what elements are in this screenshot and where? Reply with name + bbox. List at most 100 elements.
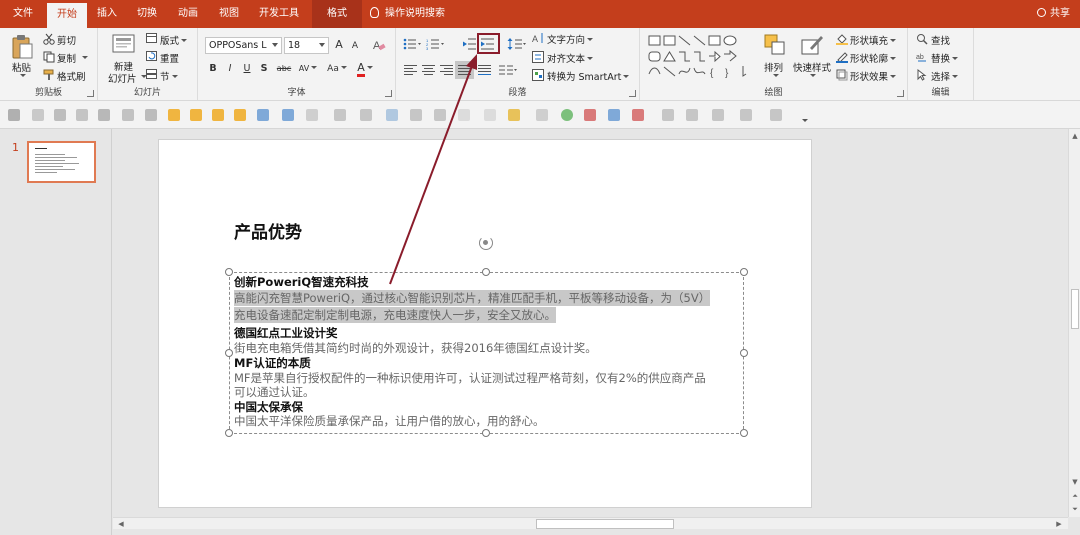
arrange-label[interactable]: 排列 (764, 60, 783, 74)
tab-home[interactable]: 开始 (47, 3, 87, 28)
vertical-scroll-thumb[interactable] (1071, 289, 1079, 329)
horizontal-scroll-thumb[interactable] (536, 519, 674, 529)
font-color-button[interactable]: A (354, 61, 376, 77)
align-text-button[interactable]: 对齐文本 (547, 51, 594, 65)
distributed-icon[interactable] (478, 65, 491, 76)
convert-smartart-button[interactable]: 转换为 SmartArt (547, 69, 630, 83)
paste-icon[interactable] (11, 34, 33, 60)
arrange-icon[interactable] (764, 34, 786, 56)
resize-handle-bottom-left[interactable] (225, 429, 233, 437)
qat-distribute-icon[interactable] (145, 109, 157, 121)
tab-developer[interactable]: 开发工具 (250, 0, 308, 28)
slide[interactable]: 产品优势 创新PoweriQ智速充科技 高能闪充智慧PoweriQ，通过核心智能… (158, 139, 812, 508)
qat-align-middle-icon[interactable] (98, 109, 110, 121)
qat-customize-icon[interactable] (800, 109, 812, 122)
qat-bring-forward-icon[interactable] (168, 109, 180, 121)
tab-file[interactable]: 文件 (4, 0, 42, 28)
resize-handle-bottom[interactable] (482, 429, 490, 437)
resize-handle-left[interactable] (225, 349, 233, 357)
layout-button[interactable]: 版式 (160, 33, 188, 47)
shapes-gallery[interactable]: { } (647, 34, 751, 80)
shape-effects-button[interactable]: 形状效果 (850, 69, 897, 83)
scroll-right-icon[interactable]: ▶ (1054, 519, 1064, 529)
decrease-indent-icon[interactable] (462, 38, 477, 50)
strikethrough-button[interactable]: abc (274, 62, 294, 76)
qat-merge-shapes-icon[interactable] (257, 109, 269, 121)
qat-group-icon[interactable] (212, 109, 224, 121)
justify-button[interactable] (455, 61, 474, 79)
qat-align-center-icon[interactable] (32, 109, 44, 121)
resize-handle-right[interactable] (740, 349, 748, 357)
qat-line-icon[interactable] (536, 109, 548, 121)
bullets-icon[interactable] (403, 38, 421, 50)
content-textbox[interactable]: 创新PoweriQ智速充科技 高能闪充智慧PoweriQ，通过核心智能识别芯片，… (229, 272, 744, 434)
bold-button[interactable]: B (206, 62, 220, 76)
qat-fragment-icon[interactable] (306, 109, 318, 121)
qat-window-icon[interactable] (770, 109, 782, 121)
change-case-button[interactable]: Aa (326, 62, 348, 76)
tab-view[interactable]: 视图 (209, 0, 249, 28)
scroll-down-icon[interactable]: ▼ (1070, 477, 1080, 487)
previous-slide-icon[interactable]: ⏶ (1070, 491, 1080, 501)
align-right-icon[interactable] (440, 65, 453, 76)
tab-insert[interactable]: 插入 (88, 0, 126, 28)
text-direction-button[interactable]: 文字方向 (547, 32, 594, 46)
copy-button[interactable]: 复制 (57, 51, 76, 65)
grow-font-button[interactable]: A (332, 38, 346, 52)
scroll-left-icon[interactable]: ◀ (116, 519, 126, 529)
line-spacing-icon[interactable] (507, 37, 527, 51)
qat-layers-icon[interactable] (740, 109, 752, 121)
qat-shape-icon[interactable] (386, 109, 398, 121)
shape-fill-button[interactable]: 形状填充 (850, 33, 897, 47)
qat-format-icon[interactable] (686, 109, 698, 121)
tab-animations[interactable]: 动画 (168, 0, 208, 28)
resize-handle-top-left[interactable] (225, 268, 233, 276)
qat-pen-icon[interactable] (434, 109, 446, 121)
paragraph-launcher-icon[interactable] (629, 90, 636, 97)
tab-transitions[interactable]: 切换 (128, 0, 166, 28)
reset-button[interactable]: 重置 (160, 51, 179, 65)
new-slide-icon[interactable] (112, 33, 136, 55)
paste-dropdown-icon[interactable] (20, 74, 26, 77)
qat-placeholder-icon[interactable] (484, 109, 496, 121)
shrink-font-button[interactable]: A (348, 39, 362, 53)
format-painter-button[interactable]: 格式刷 (57, 69, 86, 83)
character-spacing-button[interactable]: AV (298, 62, 318, 76)
italic-button[interactable]: I (223, 62, 237, 76)
qat-align-bottom-icon[interactable] (122, 109, 134, 121)
resize-handle-top-right[interactable] (740, 268, 748, 276)
font-size-combo[interactable]: 18 (284, 37, 329, 54)
shadow-button[interactable]: S (257, 62, 271, 76)
drawing-launcher-icon[interactable] (897, 90, 904, 97)
qat-fill-icon[interactable] (508, 109, 520, 121)
section-button[interactable]: 节 (160, 69, 178, 83)
qat-align-icon[interactable] (8, 109, 20, 121)
shape-outline-button[interactable]: 形状轮廓 (850, 51, 897, 65)
slide-thumbnail[interactable] (27, 141, 96, 183)
horizontal-scrollbar[interactable]: ◀ ▶ (113, 517, 1068, 529)
font-launcher-icon[interactable] (385, 90, 392, 97)
rotate-handle-icon[interactable] (479, 236, 493, 250)
numbering-icon[interactable]: 123 (426, 38, 446, 50)
tab-format[interactable]: 格式 (312, 0, 362, 28)
quick-styles-label[interactable]: 快速样式 (793, 60, 831, 74)
columns-icon[interactable] (499, 64, 519, 76)
paste-label[interactable]: 粘贴 (12, 60, 31, 74)
arrange-dropdown-icon[interactable] (773, 74, 779, 77)
align-left-icon[interactable] (404, 65, 417, 76)
qat-align-top-icon[interactable] (76, 109, 88, 121)
clear-formatting-icon[interactable]: A (372, 38, 386, 52)
new-slide-label-2[interactable]: 幻灯片 (108, 71, 137, 85)
qat-align-right-icon[interactable] (54, 109, 66, 121)
copy-dropdown-icon[interactable] (82, 56, 88, 59)
select-button[interactable]: 选择 (931, 69, 959, 83)
resize-handle-bottom-right[interactable] (740, 429, 748, 437)
qat-image-icon[interactable] (360, 109, 372, 121)
resize-handle-top[interactable] (482, 268, 490, 276)
qat-table-icon[interactable] (584, 109, 596, 121)
next-slide-icon[interactable]: ⏷ (1070, 504, 1080, 514)
quick-styles-dropdown-icon[interactable] (810, 74, 816, 77)
replace-button[interactable]: 替换 (931, 51, 959, 65)
qat-frame-icon[interactable] (712, 109, 724, 121)
qat-chart-icon[interactable] (608, 109, 620, 121)
